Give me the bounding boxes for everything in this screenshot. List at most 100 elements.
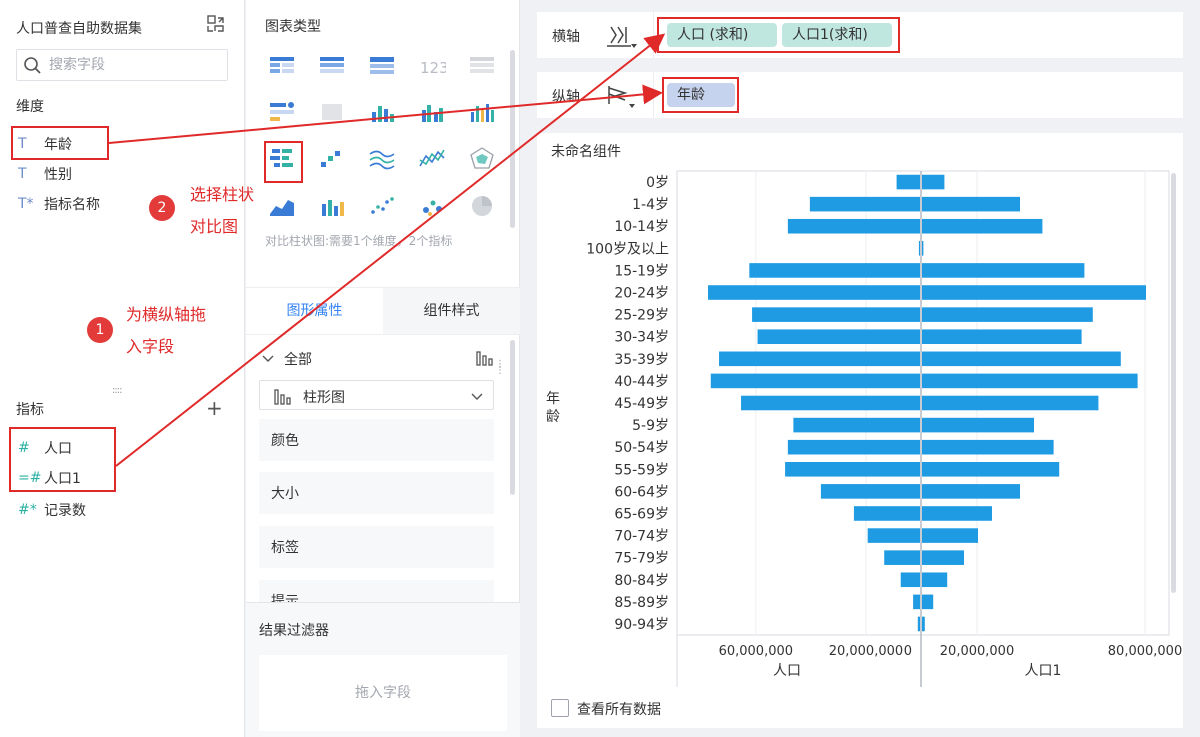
axis-split-icon[interactable] — [607, 24, 637, 52]
y-axis-title: 龄 — [546, 409, 560, 425]
chart-config-panel: 图表类型 123 对比柱状图:需要1个维度，2个指标 图形属性 组件样式 全部 … — [246, 0, 520, 737]
property-label: 提示 — [271, 594, 299, 602]
bar-right-8 — [922, 351, 1121, 367]
add-measure-button[interactable]: + — [206, 396, 223, 420]
category-label: 80-84岁 — [614, 573, 669, 589]
step-1-text-line2: 入字段 — [126, 337, 175, 356]
measure-field-record-count[interactable]: #* 记录数 — [18, 498, 86, 522]
bar-right-19 — [922, 594, 934, 610]
waterfall-chart-icon[interactable] — [318, 146, 350, 174]
step-1-text-line1: 为横纵轴拖 — [126, 305, 207, 324]
category-label: 90-94岁 — [614, 617, 669, 633]
panel-resize-handle[interactable]: :::: — [112, 385, 123, 396]
bar-left-16 — [867, 528, 920, 543]
bar-left-5 — [708, 285, 920, 300]
multi-bar-icon[interactable] — [468, 100, 500, 128]
combo-table-icon[interactable] — [268, 100, 300, 128]
chart-scrollbar — [1171, 173, 1176, 593]
tooltip-property[interactable]: 提示 — [259, 580, 494, 602]
step-2-text-line1: 选择柱状 — [190, 185, 255, 204]
comparison-bar-chart[interactable]: 0岁 1-4岁 10-14岁 100岁及以上 15-19岁 20-24岁 25-29岁 30-… — [537, 167, 1183, 707]
y-axis-label: 纵轴 — [552, 89, 580, 105]
category-label: 35-39岁 — [614, 352, 669, 368]
chevron-down-icon[interactable] — [262, 352, 274, 368]
category-label: 85-89岁 — [614, 595, 669, 611]
filter-drop-zone[interactable]: 拖入字段 — [259, 655, 507, 731]
y-pill-age[interactable]: 年龄 — [667, 83, 735, 107]
bar-left-14 — [820, 484, 920, 499]
x-axis-shelf[interactable]: 横轴 人口 (求和) 人口1(求和) — [537, 12, 1183, 58]
all-marks-label: 全部 — [284, 352, 312, 368]
search-input[interactable] — [49, 55, 219, 75]
table-chart-icon[interactable] — [268, 54, 300, 82]
label-property[interactable]: 标签 — [259, 526, 494, 568]
x-tick-label: 0 — [904, 644, 912, 659]
dimension-field-metric-name[interactable]: T* 指标名称 — [18, 192, 100, 216]
bar-left-9 — [710, 373, 920, 389]
tab-graphic-properties[interactable]: 图形属性 — [246, 288, 383, 334]
chart-types-scrollbar[interactable] — [510, 50, 515, 228]
x-tick-label: 80,000,000 — [1108, 644, 1182, 659]
pie-chart-icon[interactable] — [468, 194, 500, 222]
bar-right-1 — [922, 196, 1020, 212]
scatter-chart-icon[interactable] — [368, 194, 400, 222]
component-title: 未命名组件 — [551, 144, 621, 160]
chart-editor-area: 横轴 人口 (求和) 人口1(求和) 纵轴 年龄 未命名组件 0岁 1-4岁 10-… — [521, 0, 1200, 737]
bar-right-0 — [922, 174, 945, 190]
category-label: 60-64岁 — [614, 484, 669, 500]
category-label: 1-4岁 — [632, 197, 669, 213]
dimension-field-gender[interactable]: T 性别 — [18, 162, 72, 186]
size-property[interactable]: 大小 — [259, 472, 494, 514]
properties-scrollbar[interactable] — [510, 340, 515, 495]
dimension-field-age[interactable]: T 年龄 — [18, 132, 72, 156]
field-label: 人口 — [44, 441, 72, 457]
area-chart-icon[interactable] — [268, 194, 300, 222]
measure-field-population1[interactable]: =# 人口1 — [18, 466, 81, 490]
bar-left-20 — [917, 616, 920, 632]
bubble-chart-icon[interactable] — [418, 194, 450, 222]
bar-right-18 — [922, 572, 948, 588]
dimensions-heading: 维度 — [16, 99, 44, 115]
search-icon — [24, 57, 41, 74]
bar-right-15 — [922, 506, 992, 521]
grouped-table-icon[interactable] — [468, 54, 500, 82]
measure-field-population[interactable]: # 人口 — [18, 436, 72, 460]
stacked-bar-icon[interactable] — [368, 100, 400, 128]
chart-types-heading: 图表类型 — [265, 19, 321, 35]
x-tick-label: 20,000,000 — [940, 644, 1014, 659]
x-axis-title-left: 人口 — [773, 663, 801, 679]
show-all-data-checkbox[interactable] — [551, 699, 569, 717]
bar-left-4 — [749, 263, 920, 278]
x-pill-population1-sum[interactable]: 人口1(求和) — [782, 23, 892, 47]
tab-component-style[interactable]: 组件样式 — [383, 288, 520, 334]
shelf-separator — [653, 72, 654, 118]
mark-type-select[interactable]: 柱形图 — [259, 380, 494, 410]
bar-chart-small-icon — [273, 387, 293, 409]
grouped-bar-icon[interactable] — [418, 100, 450, 128]
bar-left-15 — [853, 506, 920, 521]
bar-line-combo-icon[interactable] — [318, 194, 350, 222]
y-axis-shelf[interactable]: 纵轴 年龄 — [537, 72, 1183, 118]
bar-left-18 — [900, 572, 920, 588]
detail-table-icon[interactable] — [368, 54, 400, 82]
drag-handle-icon[interactable]: ⋮ ⋮ — [495, 360, 505, 376]
comparison-bar-icon[interactable] — [268, 146, 300, 174]
bar-left-19 — [913, 594, 920, 610]
map-chart-icon[interactable] — [318, 100, 350, 128]
bar-right-12 — [922, 439, 1054, 455]
bar-left-6 — [752, 307, 920, 322]
line-chart-icon[interactable] — [368, 146, 400, 174]
bar-right-10 — [922, 395, 1099, 411]
text-field-icon: T — [18, 166, 27, 182]
axis-split-icon[interactable] — [607, 84, 637, 112]
bar-left-3 — [918, 241, 920, 256]
radar-chart-icon[interactable] — [468, 146, 500, 174]
kpi-number-icon[interactable]: 123 — [418, 54, 450, 82]
x-pill-population-sum[interactable]: 人口 (求和) — [667, 23, 777, 47]
switch-dataset-icon[interactable] — [206, 14, 226, 34]
cross-table-icon[interactable] — [318, 54, 350, 82]
category-label: 45-49岁 — [614, 396, 669, 412]
color-property[interactable]: 颜色 — [259, 419, 494, 461]
polyline-chart-icon[interactable] — [418, 146, 450, 174]
field-search-box[interactable] — [16, 49, 228, 81]
